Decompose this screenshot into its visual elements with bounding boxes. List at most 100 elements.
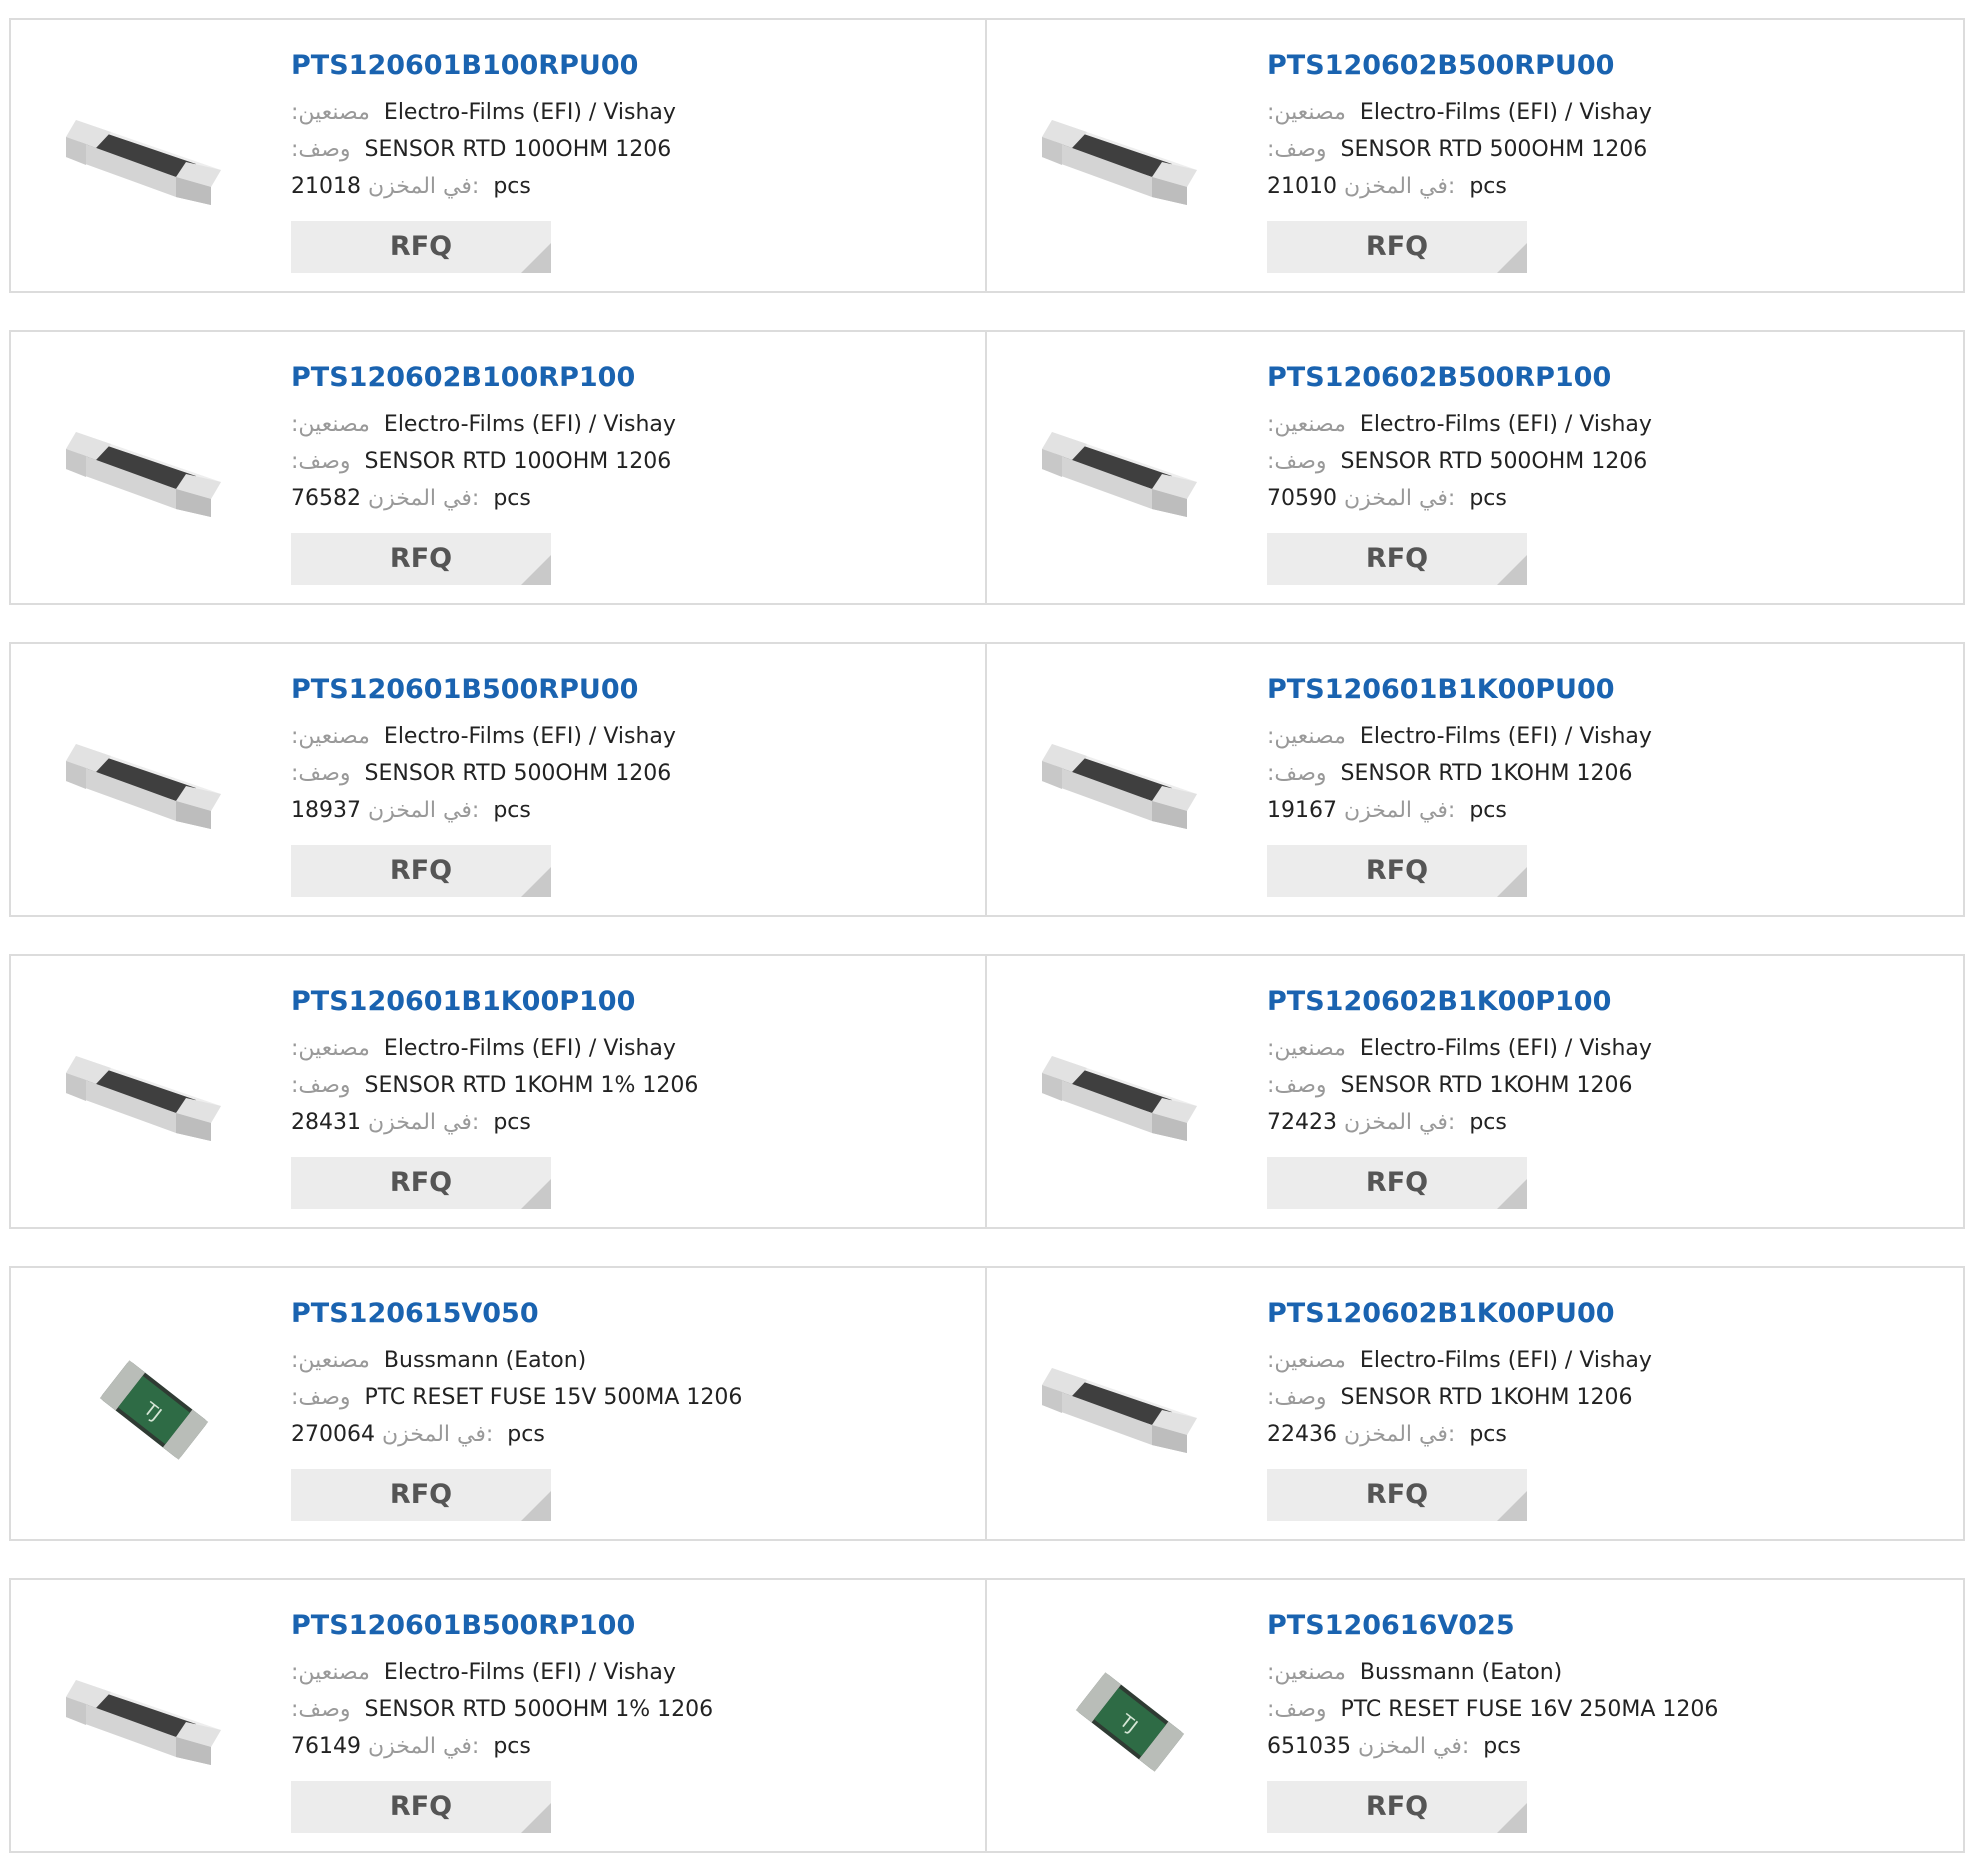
rfq-button[interactable]: RFQ bbox=[291, 845, 551, 897]
resistor-chip-icon[interactable] bbox=[1032, 998, 1222, 1188]
manufacturer-value: Electro-Films (EFI) / Vishay bbox=[1359, 1036, 1652, 1061]
stock-unit: pcs bbox=[493, 1110, 531, 1135]
manufacturer-label: :مصنعين bbox=[291, 1348, 370, 1373]
resistor-chip-icon[interactable] bbox=[1032, 686, 1222, 876]
manufacturer-label: :مصنعين bbox=[1267, 1348, 1346, 1373]
rfq-button[interactable]: RFQ bbox=[291, 1781, 551, 1833]
stock-value: 22436 bbox=[1267, 1422, 1337, 1447]
rfq-button[interactable]: RFQ bbox=[1267, 1157, 1527, 1209]
description-line: :وصف SENSOR RTD 500OHM 1% 1206 bbox=[291, 1697, 713, 1722]
resistor-chip-icon[interactable] bbox=[56, 686, 246, 876]
description-value: SENSOR RTD 500OHM 1% 1206 bbox=[364, 1697, 714, 1722]
ptc-fuse-icon[interactable]: TJ bbox=[56, 1310, 246, 1500]
part-number-link[interactable]: PTS120616V025 bbox=[1267, 1610, 1515, 1641]
rfq-label: RFQ bbox=[1365, 1167, 1429, 1198]
stock-line: 72423 في المخزن: pcs bbox=[1267, 1110, 1507, 1135]
product-card: PTS120601B500RPU00 :مصنعين Electro-Films… bbox=[9, 642, 987, 917]
manufacturer-label: :مصنعين bbox=[1267, 1660, 1346, 1685]
stock-label: في المخزن: bbox=[1357, 1734, 1470, 1759]
manufacturer-line: :مصنعين Electro-Films (EFI) / Vishay bbox=[1267, 100, 1652, 125]
rfq-button[interactable]: RFQ bbox=[291, 533, 551, 585]
manufacturer-line: :مصنعين Electro-Films (EFI) / Vishay bbox=[1267, 412, 1652, 437]
description-value: SENSOR RTD 100OHM 1206 bbox=[364, 137, 672, 162]
rfq-button[interactable]: RFQ bbox=[1267, 533, 1527, 585]
description-value: SENSOR RTD 1KOHM 1206 bbox=[1340, 1385, 1633, 1410]
rfq-corner-decoration bbox=[1497, 1803, 1527, 1833]
resistor-chip-icon[interactable] bbox=[1032, 374, 1222, 564]
rfq-button[interactable]: RFQ bbox=[291, 1157, 551, 1209]
rfq-corner-decoration bbox=[1497, 867, 1527, 897]
description-label: :وصف bbox=[291, 1385, 351, 1410]
part-number-link[interactable]: PTS120601B100RPU00 bbox=[291, 50, 638, 81]
stock-label: في المخزن: bbox=[1344, 798, 1456, 823]
stock-value: 21010 bbox=[1267, 174, 1337, 199]
stock-unit: pcs bbox=[1469, 1422, 1507, 1447]
description-line: :وصف SENSOR RTD 500OHM 1206 bbox=[1267, 137, 1647, 162]
description-line: :وصف PTC RESET FUSE 16V 250MA 1206 bbox=[1267, 1697, 1718, 1722]
part-number-link[interactable]: PTS120602B100RP100 bbox=[291, 362, 635, 393]
part-number-link[interactable]: PTS120601B1K00P100 bbox=[291, 986, 635, 1017]
part-number-link[interactable]: PTS120615V050 bbox=[291, 1298, 539, 1329]
resistor-chip-icon[interactable] bbox=[56, 62, 246, 252]
stock-value: 72423 bbox=[1267, 1110, 1337, 1135]
manufacturer-value: Electro-Films (EFI) / Vishay bbox=[383, 412, 676, 437]
manufacturer-value: Electro-Films (EFI) / Vishay bbox=[383, 100, 676, 125]
rfq-label: RFQ bbox=[389, 543, 453, 574]
part-number-link[interactable]: PTS120602B1K00P100 bbox=[1267, 986, 1611, 1017]
rfq-label: RFQ bbox=[1365, 855, 1429, 886]
stock-unit: pcs bbox=[1469, 1110, 1507, 1135]
ptc-fuse-icon[interactable]: TJ bbox=[1032, 1622, 1222, 1812]
manufacturer-value: Electro-Films (EFI) / Vishay bbox=[383, 1660, 676, 1685]
part-number-link[interactable]: PTS120602B1K00PU00 bbox=[1267, 1298, 1615, 1329]
stock-value: 21018 bbox=[291, 174, 361, 199]
resistor-chip-icon[interactable] bbox=[56, 1622, 246, 1812]
rfq-button[interactable]: RFQ bbox=[1267, 221, 1527, 273]
resistor-chip-icon[interactable] bbox=[1032, 1310, 1222, 1500]
rfq-button[interactable]: RFQ bbox=[291, 1469, 551, 1521]
description-label: :وصف bbox=[1267, 761, 1327, 786]
rfq-button[interactable]: RFQ bbox=[291, 221, 551, 273]
part-number-link[interactable]: PTS120602B500RPU00 bbox=[1267, 50, 1614, 81]
manufacturer-line: :مصنعين Electro-Films (EFI) / Vishay bbox=[291, 100, 676, 125]
part-number-link[interactable]: PTS120601B1K00PU00 bbox=[1267, 674, 1615, 705]
description-value: SENSOR RTD 100OHM 1206 bbox=[364, 449, 672, 474]
rfq-button[interactable]: RFQ bbox=[1267, 1781, 1527, 1833]
rfq-button[interactable]: RFQ bbox=[1267, 1469, 1527, 1521]
resistor-chip-icon[interactable] bbox=[56, 998, 246, 1188]
description-value: SENSOR RTD 1KOHM 1206 bbox=[1340, 761, 1633, 786]
description-label: :وصف bbox=[1267, 1385, 1327, 1410]
part-number-link[interactable]: PTS120602B500RP100 bbox=[1267, 362, 1611, 393]
manufacturer-value: Bussmann (Eaton) bbox=[383, 1348, 587, 1373]
product-card: PTS120601B100RPU00 :مصنعين Electro-Films… bbox=[9, 18, 987, 293]
stock-line: 270064 في المخزن: pcs bbox=[291, 1422, 545, 1447]
rfq-corner-decoration bbox=[1497, 243, 1527, 273]
stock-line: 19167 في المخزن: pcs bbox=[1267, 798, 1507, 823]
part-number-link[interactable]: PTS120601B500RP100 bbox=[291, 1610, 635, 1641]
product-row: PTS120601B500RP100 :مصنعين Electro-Films… bbox=[9, 1578, 1965, 1853]
stock-label: في المخزن: bbox=[368, 1734, 480, 1759]
manufacturer-line: :مصنعين Electro-Films (EFI) / Vishay bbox=[291, 1660, 676, 1685]
description-value: SENSOR RTD 500OHM 1206 bbox=[1340, 137, 1648, 162]
rfq-button[interactable]: RFQ bbox=[1267, 845, 1527, 897]
stock-unit: pcs bbox=[1469, 486, 1507, 511]
resistor-chip-icon[interactable] bbox=[1032, 62, 1222, 252]
product-card: PTS120602B500RPU00 :مصنعين Electro-Films… bbox=[985, 18, 1965, 293]
product-card: TJ PTS120616V025 :مصنعين Bussmann (Eaton… bbox=[985, 1578, 1965, 1853]
description-label: :وصف bbox=[291, 449, 351, 474]
description-label: :وصف bbox=[291, 761, 351, 786]
rfq-label: RFQ bbox=[1365, 1479, 1429, 1510]
stock-line: 651035 في المخزن: pcs bbox=[1267, 1734, 1521, 1759]
description-label: :وصف bbox=[291, 1697, 351, 1722]
product-card: PTS120602B1K00P100 :مصنعين Electro-Films… bbox=[985, 954, 1965, 1229]
description-line: :وصف PTC RESET FUSE 15V 500MA 1206 bbox=[291, 1385, 742, 1410]
manufacturer-line: :مصنعين Electro-Films (EFI) / Vishay bbox=[1267, 1036, 1652, 1061]
description-value: SENSOR RTD 500OHM 1206 bbox=[364, 761, 672, 786]
description-value: SENSOR RTD 1KOHM 1% 1206 bbox=[364, 1073, 699, 1098]
rfq-label: RFQ bbox=[1365, 231, 1429, 262]
resistor-chip-icon[interactable] bbox=[56, 374, 246, 564]
stock-value: 76149 bbox=[291, 1734, 361, 1759]
part-number-link[interactable]: PTS120601B500RPU00 bbox=[291, 674, 638, 705]
manufacturer-line: :مصنعين Electro-Films (EFI) / Vishay bbox=[291, 724, 676, 749]
manufacturer-value: Electro-Films (EFI) / Vishay bbox=[1359, 724, 1652, 749]
product-card: TJ PTS120615V050 :مصنعين Bussmann (Eaton… bbox=[9, 1266, 987, 1541]
